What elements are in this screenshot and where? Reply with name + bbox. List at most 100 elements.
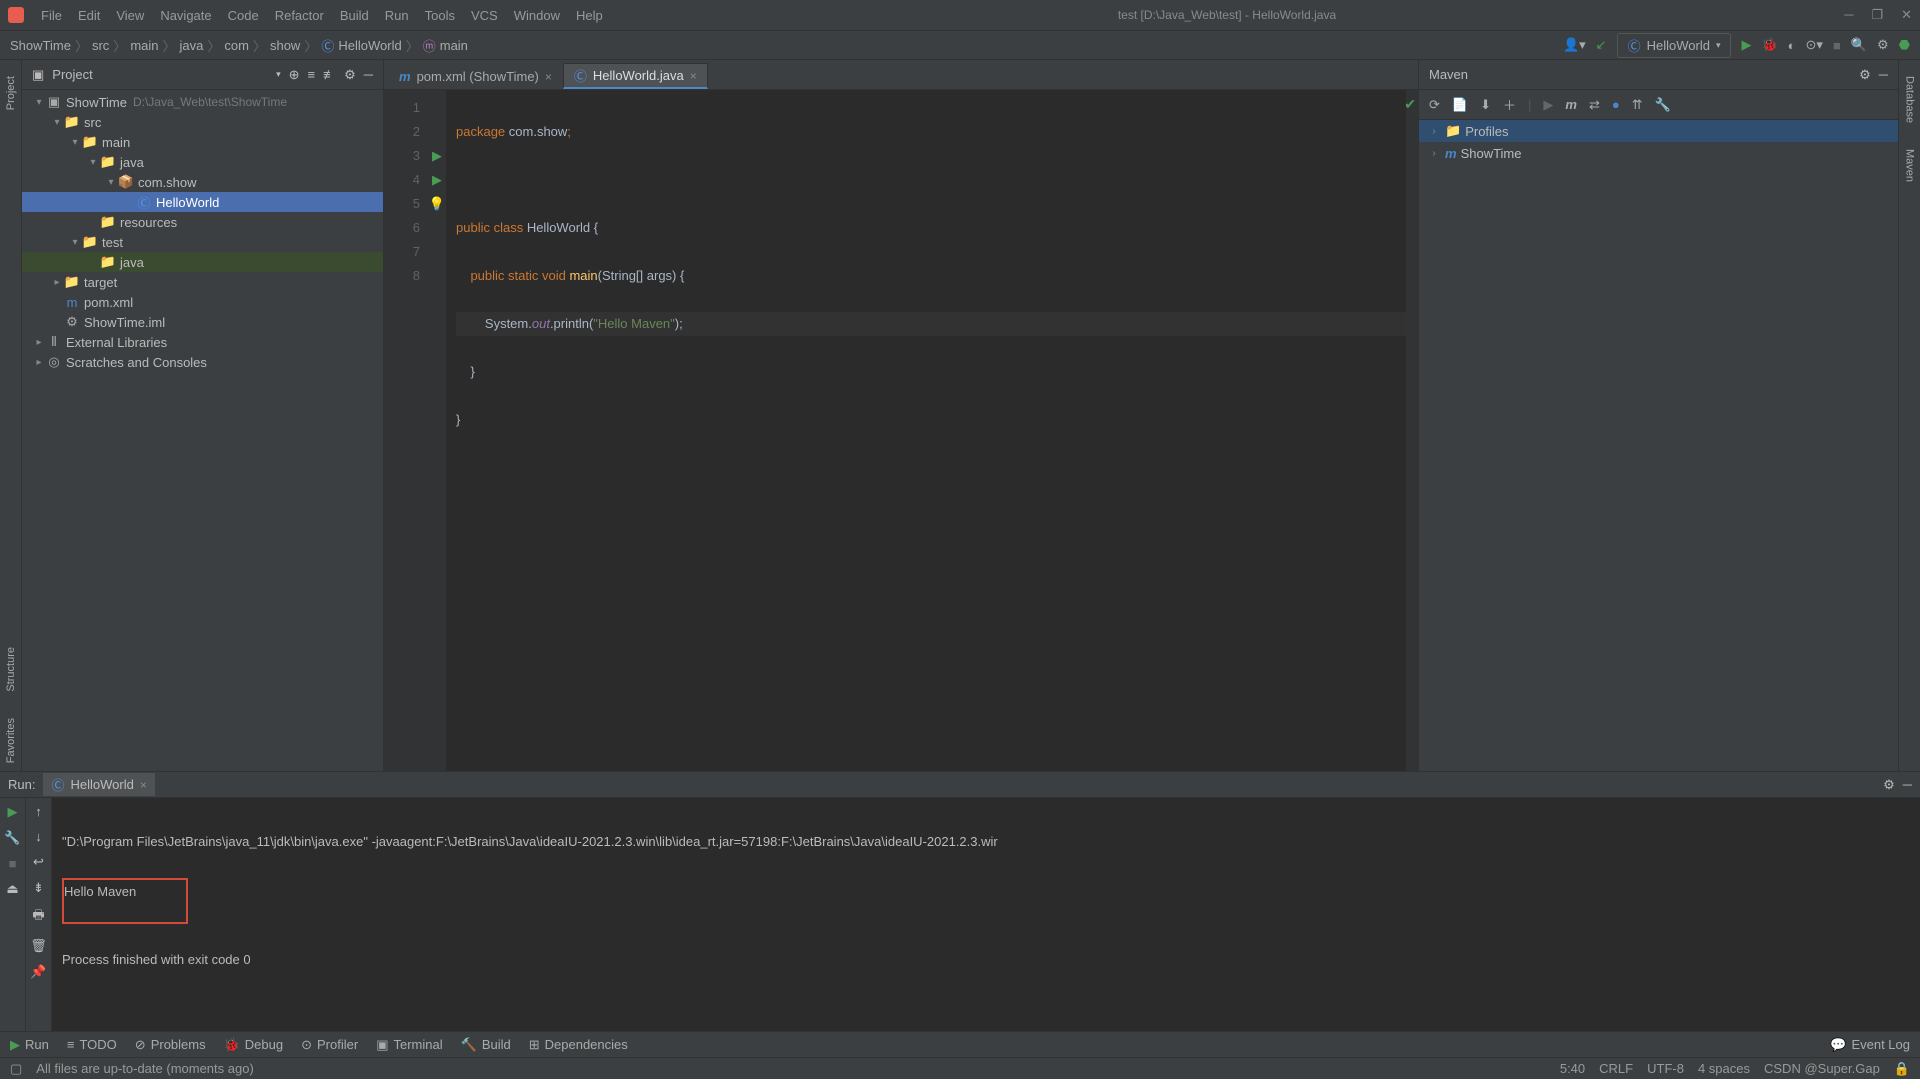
- run-icon[interactable]: ▶: [1741, 37, 1751, 53]
- tree-node[interactable]: 📁java: [22, 252, 383, 272]
- minimize-icon[interactable]: ─: [1844, 7, 1853, 23]
- tool-todo[interactable]: ≡TODO: [67, 1037, 117, 1052]
- inspection-strip[interactable]: ✔: [1406, 90, 1418, 771]
- rerun-icon[interactable]: ▶: [8, 804, 18, 820]
- code-area[interactable]: package com.show; public class HelloWorl…: [446, 90, 1406, 771]
- wrap-icon[interactable]: ↩: [33, 854, 44, 870]
- maximize-icon[interactable]: ❐: [1871, 7, 1883, 23]
- close-tab-icon[interactable]: ×: [690, 69, 697, 83]
- pin-icon[interactable]: 📌: [30, 964, 46, 980]
- encoding[interactable]: UTF-8: [1647, 1061, 1684, 1077]
- crumb-class[interactable]: HelloWorld: [338, 38, 401, 53]
- tree-node[interactable]: ⚙ShowTime.iml: [22, 312, 383, 332]
- search-icon[interactable]: 🔍: [1851, 37, 1867, 53]
- trash-icon[interactable]: 🗑: [30, 938, 47, 954]
- run-maven-icon[interactable]: ▶: [1543, 97, 1553, 113]
- wrench-icon[interactable]: 🔧: [4, 830, 20, 846]
- status-icon[interactable]: ▢: [10, 1061, 22, 1077]
- tab-pom[interactable]: mpom.xml (ShowTime)×: [388, 63, 563, 89]
- debug-icon[interactable]: 🐞: [1761, 37, 1777, 53]
- tool-run[interactable]: ▶Run: [10, 1037, 49, 1053]
- tree-node[interactable]: ⒸHelloWorld: [22, 192, 383, 212]
- stop-icon[interactable]: ■: [1833, 38, 1841, 53]
- exit-icon[interactable]: ⏏: [6, 881, 18, 897]
- crumb-showtime[interactable]: ShowTime: [10, 38, 71, 53]
- m-icon[interactable]: m: [1565, 97, 1577, 112]
- menu-run[interactable]: Run: [378, 5, 416, 26]
- project-tree[interactable]: ▾▣ShowTimeD:\Java_Web\test\ShowTime▾📁src…: [22, 90, 383, 771]
- coverage-icon[interactable]: ◐: [1788, 38, 1796, 53]
- maven-showtime[interactable]: ›mShowTime: [1419, 142, 1898, 164]
- crumb-show[interactable]: show: [270, 38, 300, 53]
- tool-profiler[interactable]: ⊙Profiler: [301, 1037, 358, 1053]
- crumb-src[interactable]: src: [92, 38, 109, 53]
- refresh-icon[interactable]: ⟳: [1429, 97, 1440, 113]
- menu-tools[interactable]: Tools: [418, 5, 462, 26]
- collapse-icon[interactable]: ≢: [323, 67, 336, 82]
- tree-node[interactable]: ▸◎Scratches and Consoles: [22, 352, 383, 372]
- indent[interactable]: 4 spaces: [1698, 1061, 1750, 1077]
- menu-vcs[interactable]: VCS: [464, 5, 505, 26]
- up-icon[interactable]: ↑: [35, 804, 42, 819]
- gear-icon[interactable]: ⚙: [344, 67, 356, 83]
- tab-helloworld[interactable]: ⒸHelloWorld.java×: [563, 63, 708, 89]
- run-config-selector[interactable]: ⒸHelloWorld▾: [1617, 33, 1732, 58]
- menu-refactor[interactable]: Refactor: [268, 5, 331, 26]
- event-log[interactable]: 💬Event Log: [1830, 1037, 1910, 1053]
- crumb-java[interactable]: java: [180, 38, 204, 53]
- tool-deps[interactable]: ⊞Dependencies: [529, 1037, 628, 1053]
- tree-node[interactable]: ▾📁java: [22, 152, 383, 172]
- lock-icon[interactable]: 🔒: [1894, 1061, 1910, 1077]
- menu-view[interactable]: View: [109, 5, 151, 26]
- run-tab[interactable]: ⒸHelloWorld×: [43, 773, 154, 796]
- download-icon[interactable]: ⬇: [1480, 97, 1491, 113]
- tree-node[interactable]: mpom.xml: [22, 292, 383, 312]
- offline-icon[interactable]: ●: [1612, 97, 1620, 112]
- locate-icon[interactable]: ⊕: [289, 67, 300, 83]
- tree-node[interactable]: ▾▣ShowTimeD:\Java_Web\test\ShowTime: [22, 92, 383, 112]
- menu-file[interactable]: File: [34, 5, 69, 26]
- generate-icon[interactable]: 📄: [1452, 97, 1468, 113]
- wrench-icon[interactable]: 🔧: [1655, 97, 1671, 113]
- gear-icon[interactable]: ⚙: [1883, 777, 1895, 793]
- tree-node[interactable]: ▸📁target: [22, 272, 383, 292]
- toggle-icon[interactable]: ⇄: [1589, 97, 1600, 113]
- console-output[interactable]: "D:\Program Files\JetBrains\java_11\jdk\…: [52, 798, 1920, 1031]
- vcs-update-icon[interactable]: ↙: [1596, 37, 1607, 53]
- tab-project[interactable]: Project: [3, 68, 19, 118]
- editor[interactable]: 12345678 ▶▶💡 package com.show; public cl…: [384, 90, 1418, 771]
- line-ending[interactable]: CRLF: [1599, 1061, 1633, 1077]
- hide-icon[interactable]: ─: [1903, 777, 1912, 792]
- add-icon[interactable]: ＋: [1503, 95, 1516, 114]
- bulb-icon[interactable]: 💡: [429, 196, 445, 212]
- menu-build[interactable]: Build: [333, 5, 376, 26]
- menu-edit[interactable]: Edit: [71, 5, 107, 26]
- run-gutter-icon[interactable]: ▶: [432, 172, 442, 188]
- tab-maven[interactable]: Maven: [1902, 141, 1918, 190]
- profile-icon[interactable]: ⊙▾: [1806, 37, 1823, 53]
- add-config-icon[interactable]: 👤▾: [1563, 37, 1586, 53]
- crumb-main[interactable]: main: [130, 38, 158, 53]
- scroll-icon[interactable]: ⇟: [33, 880, 44, 896]
- gear-icon[interactable]: ⚙: [1859, 67, 1871, 83]
- tool-build[interactable]: 🔨Build: [461, 1037, 511, 1053]
- menu-code[interactable]: Code: [221, 5, 266, 26]
- hide-icon[interactable]: ─: [364, 67, 373, 82]
- down-icon[interactable]: ↓: [35, 829, 42, 844]
- hide-icon[interactable]: ─: [1879, 67, 1888, 82]
- tool-terminal[interactable]: ▣Terminal: [376, 1037, 442, 1053]
- tree-node[interactable]: 📁resources: [22, 212, 383, 232]
- menu-navigate[interactable]: Navigate: [153, 5, 218, 26]
- close-tab-icon[interactable]: ×: [545, 70, 552, 84]
- ide-status-icon[interactable]: ⬣: [1899, 37, 1910, 53]
- expand-icon[interactable]: ≡: [308, 67, 316, 82]
- crumb-method[interactable]: main: [440, 38, 468, 53]
- tool-problems[interactable]: ⊘Problems: [135, 1037, 206, 1053]
- menu-help[interactable]: Help: [569, 5, 610, 26]
- tree-node[interactable]: ▾📁src: [22, 112, 383, 132]
- tree-node[interactable]: ▾📁test: [22, 232, 383, 252]
- stop-icon[interactable]: ■: [9, 856, 17, 871]
- run-gutter-icon[interactable]: ▶: [432, 148, 442, 164]
- collapse-all-icon[interactable]: ⇈: [1632, 97, 1643, 113]
- tree-node[interactable]: ▾📦com.show: [22, 172, 383, 192]
